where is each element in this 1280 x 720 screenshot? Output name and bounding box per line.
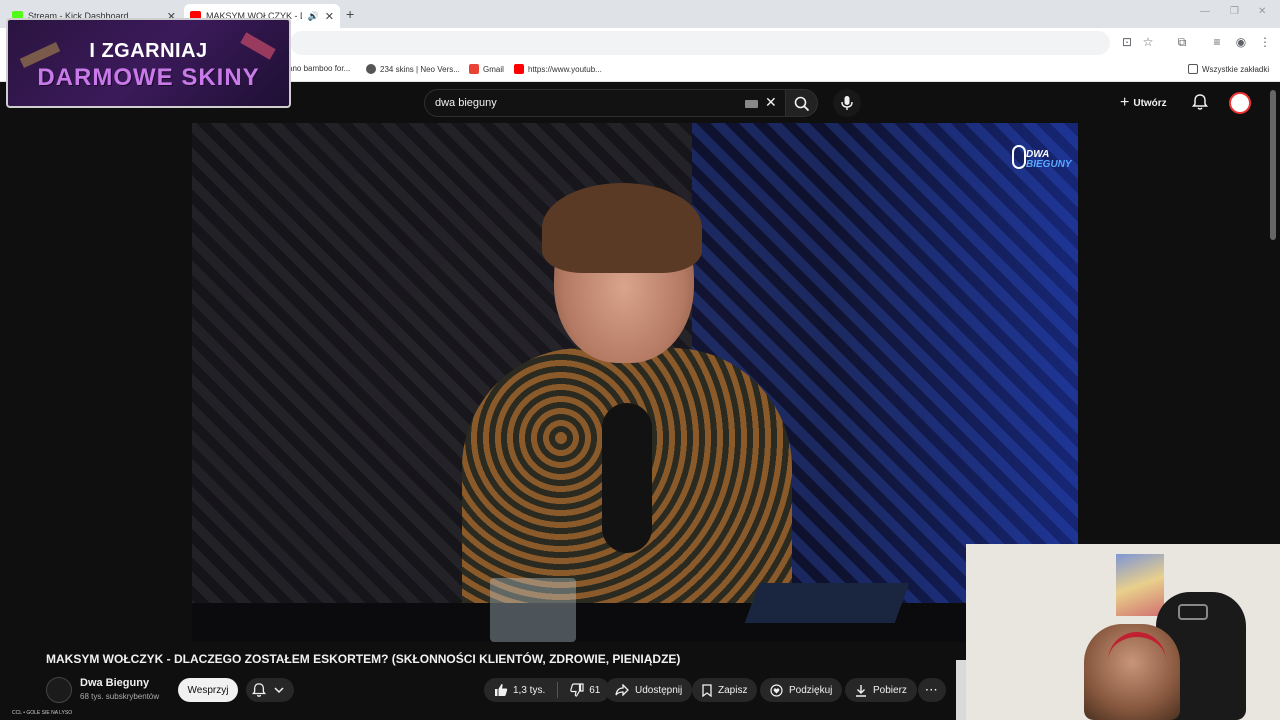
like-button[interactable]: 1,3 tys. — [494, 683, 545, 697]
extensions-icon[interactable]: ⧉ — [1175, 35, 1189, 49]
menu-dots-icon[interactable]: ⋮ — [1258, 35, 1272, 49]
thumbs-down-icon — [570, 683, 584, 697]
streamer-webcam — [966, 544, 1280, 720]
thumbs-up-icon — [495, 684, 508, 696]
dislike-count: 61 — [589, 684, 601, 696]
thanks-label: Podziękuj — [789, 684, 833, 696]
page-scrollbar[interactable] — [1270, 90, 1276, 240]
water-glass — [490, 578, 576, 642]
video-player[interactable]: DWA BIEGUNY — [192, 123, 1078, 642]
search-button[interactable] — [786, 89, 818, 117]
subscriber-count: 68 tys. subskrybentów — [80, 692, 160, 701]
download-icon — [856, 684, 866, 697]
channel-name[interactable]: Dwa Bieguny — [80, 677, 149, 689]
maximize-icon[interactable]: ❐ — [1230, 6, 1239, 17]
bookmark-item[interactable]: ano bamboo for... — [288, 64, 350, 73]
plus-icon: + — [1120, 94, 1130, 111]
share-button[interactable]: Udostępnij — [605, 678, 693, 702]
channel-avatar[interactable] — [46, 677, 72, 703]
search-box[interactable]: dwa bieguny ✕ — [424, 89, 786, 117]
bookmark-item[interactable]: Gmail — [469, 64, 504, 74]
bookmark-item[interactable]: 234 skins | Neo Vers... — [366, 64, 460, 74]
download-button[interactable]: Pobierz — [845, 678, 917, 702]
promo-line2: DARMOWE SKINY — [37, 64, 260, 91]
chevron-down-icon — [274, 687, 284, 694]
search-input[interactable]: dwa bieguny — [435, 97, 497, 109]
bookmark-label: https://www.youtub... — [528, 64, 602, 74]
channel-watermark[interactable]: DWA BIEGUNY — [1012, 145, 1072, 175]
guest-hair — [542, 183, 702, 273]
search-icon — [794, 96, 810, 112]
new-tab-button[interactable]: + — [346, 6, 354, 22]
like-count: 1,3 tys. — [513, 684, 546, 696]
bookmark-label: Gmail — [483, 64, 504, 74]
thanks-button[interactable]: Podziękuj — [760, 678, 843, 702]
clear-search-icon[interactable]: ✕ — [765, 94, 777, 111]
audio-mixer — [744, 583, 910, 623]
promo-line1: I ZGARNIAJ — [89, 40, 208, 62]
speaker-icon[interactable]: 🔊 — [308, 11, 319, 22]
microphone-icon — [841, 96, 853, 110]
keyboard-icon[interactable] — [745, 100, 758, 108]
video-title: MAKSYM WOŁCZYK - DLACZEGO ZOSTAŁEM ESKOR… — [46, 652, 681, 666]
studio-microphone — [602, 403, 652, 553]
all-bookmarks[interactable]: Wszystkie zakładki — [1188, 64, 1269, 74]
bookmark-label: ano bamboo for... — [288, 64, 351, 73]
watermark-line2: BIEGUNY — [1026, 159, 1072, 170]
install-app-icon[interactable]: ⊡ — [1120, 35, 1134, 49]
account-avatar[interactable] — [1229, 92, 1251, 114]
media-controls-icon[interactable]: ≡ — [1210, 35, 1224, 49]
screen: Stream - Kick Dashboard ✕ MAKSYM WOŁCZYK… — [0, 0, 1280, 720]
close-tab-icon[interactable]: ✕ — [325, 10, 334, 23]
desk — [192, 603, 1078, 642]
thanks-heart-icon — [770, 683, 783, 697]
download-label: Pobierz — [873, 684, 907, 696]
save-label: Zapisz — [718, 684, 748, 696]
stream-promo-overlay: I ZGARNIAJ DARMOWE SKINY — [6, 18, 291, 108]
all-bookmarks-label: Wszystkie zakładki — [1202, 64, 1270, 74]
folder-icon — [1188, 64, 1198, 74]
bookmark-star-icon[interactable]: ☆ — [1141, 35, 1155, 49]
support-button[interactable]: Wesprzyj — [178, 678, 238, 702]
share-icon — [615, 684, 629, 696]
omnibox[interactable] — [290, 31, 1110, 55]
like-dislike-group: 1,3 tys. 61 — [484, 678, 611, 702]
profile-icon[interactable]: ◉ — [1234, 35, 1248, 49]
bookmark-item[interactable]: https://www.youtub... — [514, 64, 602, 74]
divider — [557, 682, 559, 698]
more-actions-button[interactable]: ··· — [918, 678, 946, 702]
more-dots-icon: ··· — [925, 684, 939, 696]
subscription-bell-button[interactable] — [246, 678, 294, 702]
share-label: Udostępnij — [635, 684, 683, 696]
overlay-ticker-text: CCL • GOLE SIE NA LYSO — [12, 710, 73, 716]
microphone-logo-icon — [1012, 145, 1026, 169]
close-window-icon[interactable]: ✕ — [1258, 6, 1266, 17]
side-panel-edge — [956, 660, 966, 720]
notifications-bell-icon[interactable] — [1192, 93, 1208, 111]
minimize-icon[interactable]: — — [1200, 6, 1210, 17]
chair-logo-icon — [1178, 604, 1208, 620]
youtube-icon — [514, 64, 524, 74]
dislike-button[interactable]: 61 — [570, 683, 600, 697]
bookmark-icon — [702, 683, 712, 697]
globe-icon — [366, 64, 376, 74]
gmail-icon — [469, 64, 479, 74]
bell-icon — [252, 683, 266, 697]
wall-poster — [1116, 554, 1164, 616]
bookmark-label: 234 skins | Neo Vers... — [380, 64, 460, 74]
voice-search-button[interactable] — [833, 89, 861, 117]
save-button[interactable]: Zapisz — [692, 678, 758, 702]
create-label: Utwórz — [1133, 97, 1167, 109]
create-button[interactable]: + Utwórz — [1120, 92, 1167, 114]
